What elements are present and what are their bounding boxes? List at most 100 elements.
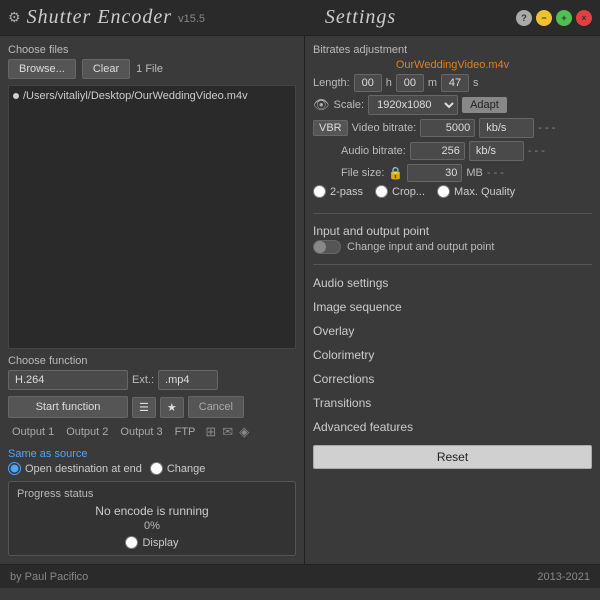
change-input-output-label: Change input and output point bbox=[347, 241, 494, 253]
file-controls: Browse... Clear 1 File bbox=[8, 59, 296, 79]
choose-files-label: Choose files bbox=[8, 44, 296, 56]
help-button[interactable]: ? bbox=[516, 10, 532, 26]
colorimetry-item[interactable]: Colorimetry bbox=[313, 345, 592, 365]
start-row: Start function ☰ ★ Cancel bbox=[8, 396, 296, 418]
progress-area: Progress status No encode is running 0% … bbox=[8, 481, 296, 556]
scale-dropdown[interactable]: 1920x1080 bbox=[368, 95, 458, 115]
display-radio[interactable] bbox=[125, 536, 138, 549]
star-icon-button[interactable]: ★ bbox=[160, 397, 184, 418]
reset-button[interactable]: Reset bbox=[313, 445, 592, 469]
file-count: 1 File bbox=[136, 63, 163, 75]
progress-title: Progress status bbox=[17, 488, 287, 500]
video-bitrate-label: Video bitrate: bbox=[352, 122, 417, 134]
audio-bitrate-unit-dropdown[interactable]: kb/s bbox=[469, 141, 524, 161]
advanced-features-item[interactable]: Advanced features bbox=[313, 417, 592, 437]
author-label: by Paul Pacifico bbox=[10, 571, 88, 583]
corrections-item[interactable]: Corrections bbox=[313, 369, 592, 389]
main-content: Choose files Browse... Clear 1 File /Use… bbox=[0, 36, 600, 564]
same-as-source-label: Same as source bbox=[8, 448, 87, 460]
twopass-label[interactable]: 2-pass bbox=[313, 185, 363, 198]
vbr-button[interactable]: VBR bbox=[313, 120, 348, 136]
cancel-button[interactable]: Cancel bbox=[188, 396, 244, 418]
filesize-input[interactable] bbox=[407, 164, 462, 182]
filename-display: OurWeddingVideo.m4v bbox=[313, 59, 592, 71]
change-dest-label[interactable]: Change bbox=[150, 462, 206, 475]
input-output-section: Input and output point Change input and … bbox=[313, 222, 592, 256]
year-label: 2013-2021 bbox=[537, 571, 590, 583]
audio-settings-item[interactable]: Audio settings bbox=[313, 273, 592, 293]
output3-tab[interactable]: Output 3 bbox=[116, 424, 166, 440]
clear-button[interactable]: Clear bbox=[82, 59, 130, 79]
network-icon: ⊞ bbox=[205, 424, 216, 440]
ext-dropdown[interactable]: .mp4 bbox=[158, 370, 218, 390]
crop-label[interactable]: Crop... bbox=[375, 185, 425, 198]
video-dashes: - - - bbox=[538, 122, 555, 134]
app-title: Shutter Encoder bbox=[27, 6, 173, 29]
filesize-label: File size: bbox=[341, 167, 384, 179]
overlay-item[interactable]: Overlay bbox=[313, 321, 592, 341]
window-controls: ? − + × bbox=[516, 10, 592, 26]
filesize-dashes: - - - bbox=[487, 167, 504, 179]
file-dot-icon bbox=[13, 93, 19, 99]
filesize-unit: MB bbox=[466, 167, 483, 179]
lock-icon: 🔒 bbox=[388, 166, 403, 180]
image-sequence-item[interactable]: Image sequence bbox=[313, 297, 592, 317]
function-row: H.264 Ext.: .mp4 bbox=[8, 370, 296, 390]
transitions-item[interactable]: Transitions bbox=[313, 393, 592, 413]
browse-button[interactable]: Browse... bbox=[8, 59, 76, 79]
close-button[interactable]: × bbox=[576, 10, 592, 26]
maxquality-label[interactable]: Max. Quality bbox=[437, 185, 515, 198]
length-hours-input[interactable] bbox=[354, 74, 382, 92]
divider2 bbox=[313, 264, 592, 265]
file-list-area: /Users/vitaliyl/Desktop/OurWeddingVideo.… bbox=[8, 85, 296, 349]
output-tabs: Output 1 Output 2 Output 3 FTP ⊞ ✉ ◈ bbox=[8, 424, 296, 440]
tab-icons: ⊞ ✉ ◈ bbox=[205, 424, 249, 440]
scale-row: 👁 Scale: 1920x1080 Adapt bbox=[313, 95, 592, 115]
app-version: v15.5 bbox=[178, 13, 205, 25]
length-label: Length: bbox=[313, 77, 350, 89]
choose-function-section: Choose function H.264 Ext.: .mp4 bbox=[8, 355, 296, 390]
file-path: /Users/vitaliyl/Desktop/OurWeddingVideo.… bbox=[23, 90, 248, 102]
vbr-row: VBR Video bitrate: kb/s - - - bbox=[313, 118, 592, 138]
progress-status-text: No encode is running bbox=[17, 504, 287, 518]
display-label[interactable]: Display bbox=[125, 536, 178, 549]
input-output-header: Input and output point bbox=[313, 224, 592, 238]
m-label: m bbox=[428, 77, 437, 89]
settings-title: Settings bbox=[325, 6, 396, 29]
function-dropdown[interactable]: H.264 bbox=[8, 370, 128, 390]
same-source-section: Same as source Open destination at end C… bbox=[8, 446, 296, 475]
twopass-radio[interactable] bbox=[313, 185, 326, 198]
maximize-button[interactable]: + bbox=[556, 10, 572, 26]
options-row: 2-pass Crop... Max. Quality bbox=[313, 185, 592, 198]
adapt-button[interactable]: Adapt bbox=[462, 97, 507, 113]
open-destination-label[interactable]: Open destination at end bbox=[8, 462, 142, 475]
speaker-icon: ◈ bbox=[239, 424, 249, 440]
bitrates-section: Bitrates adjustment OurWeddingVideo.m4v … bbox=[313, 44, 592, 201]
display-row: Display bbox=[17, 536, 287, 549]
right-panel: Bitrates adjustment OurWeddingVideo.m4v … bbox=[305, 36, 600, 564]
video-bitrate-unit-dropdown[interactable]: kb/s bbox=[479, 118, 534, 138]
ftp-tab[interactable]: FTP bbox=[171, 424, 200, 440]
list-icon-button[interactable]: ☰ bbox=[132, 397, 156, 418]
input-output-toggle[interactable] bbox=[313, 240, 341, 254]
length-minutes-input[interactable] bbox=[396, 74, 424, 92]
left-panel: Choose files Browse... Clear 1 File /Use… bbox=[0, 36, 305, 564]
open-destination-radio[interactable] bbox=[8, 462, 21, 475]
scale-label: Scale: bbox=[334, 99, 365, 111]
gear-icon[interactable]: ⚙ bbox=[8, 9, 21, 26]
audio-bitrate-label: Audio bitrate: bbox=[341, 145, 406, 157]
output1-tab[interactable]: Output 1 bbox=[8, 424, 58, 440]
change-dest-radio[interactable] bbox=[150, 462, 163, 475]
start-function-button[interactable]: Start function bbox=[8, 396, 128, 418]
audio-bitrate-input[interactable] bbox=[410, 142, 465, 160]
crop-radio[interactable] bbox=[375, 185, 388, 198]
destination-row: Open destination at end Change bbox=[8, 462, 296, 475]
length-seconds-input[interactable] bbox=[441, 74, 469, 92]
choose-function-label: Choose function bbox=[8, 355, 296, 367]
progress-percent: 0% bbox=[17, 520, 287, 532]
maxquality-radio[interactable] bbox=[437, 185, 450, 198]
eye-icon: 👁 bbox=[313, 97, 330, 113]
video-bitrate-input[interactable] bbox=[420, 119, 475, 137]
minimize-button[interactable]: − bbox=[536, 10, 552, 26]
output2-tab[interactable]: Output 2 bbox=[62, 424, 112, 440]
